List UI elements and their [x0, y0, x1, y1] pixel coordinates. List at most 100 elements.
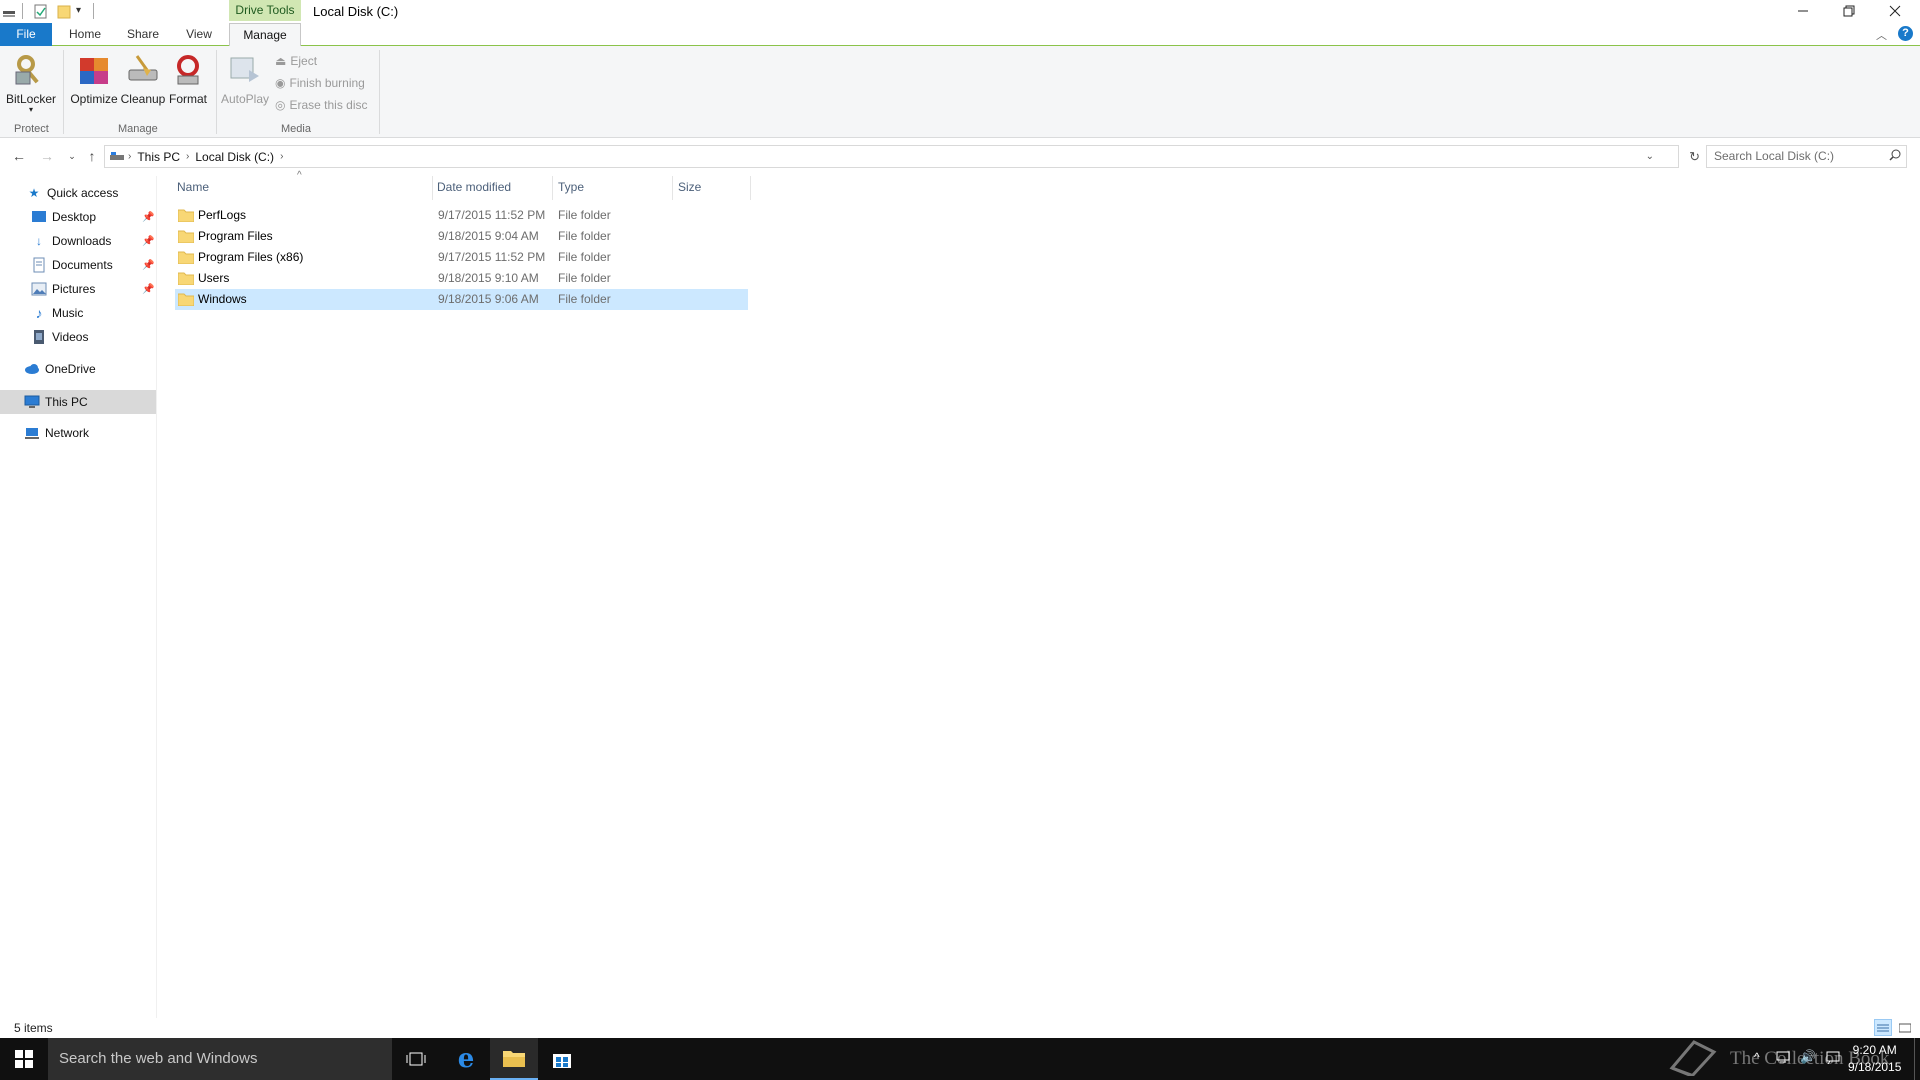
- group-separator: [216, 50, 217, 134]
- network-tray-icon[interactable]: [1776, 1050, 1790, 1067]
- nav-quick-access[interactable]: ★ Quick access: [26, 183, 119, 203]
- ribbon-body: BitLocker ▾ Optimize Cleanup Format Auto…: [0, 46, 1920, 138]
- column-name[interactable]: Name: [172, 176, 432, 198]
- large-icons-view-button[interactable]: [1896, 1019, 1914, 1036]
- file-date: 9/17/2015 11:52 PM: [438, 250, 546, 264]
- taskbar-clock[interactable]: 9:20 AM 9/18/2015: [1848, 1042, 1901, 1076]
- tab-view[interactable]: View: [176, 23, 222, 46]
- cleanup-button[interactable]: Cleanup: [120, 50, 166, 106]
- address-bar[interactable]: › This PC › Local Disk (C:) › ⌄ ↻: [104, 145, 1700, 168]
- forward-arrow-icon: →: [40, 148, 54, 164]
- manage-group-label: Manage: [118, 123, 158, 135]
- file-explorer-taskbar-button[interactable]: [490, 1038, 538, 1080]
- tab-manage[interactable]: Manage: [229, 23, 301, 47]
- nav-onedrive[interactable]: OneDrive: [24, 359, 96, 379]
- edge-browser-button[interactable]: e: [442, 1038, 490, 1080]
- protect-group-label: Protect: [14, 123, 49, 135]
- erase-disc-button[interactable]: ◎ Erase this disc: [275, 98, 368, 112]
- file-type: File folder: [558, 250, 611, 264]
- group-separator: [379, 50, 380, 134]
- new-folder-icon[interactable]: [57, 3, 71, 19]
- nav-item-music[interactable]: ♪ Music: [31, 303, 84, 323]
- file-name: PerfLogs: [198, 208, 247, 222]
- nav-network[interactable]: Network: [24, 423, 89, 443]
- minimize-button[interactable]: [1780, 0, 1826, 22]
- tab-home[interactable]: Home: [62, 23, 108, 46]
- breadcrumb-this-pc[interactable]: This PC: [137, 150, 180, 164]
- forward-button[interactable]: →: [37, 146, 57, 166]
- edge-icon: e: [457, 1044, 475, 1074]
- optimize-button[interactable]: Optimize: [70, 50, 118, 106]
- breadcrumb-local-disk[interactable]: Local Disk (C:): [195, 150, 274, 164]
- pin-icon[interactable]: 📌: [142, 284, 154, 295]
- nav-item-videos[interactable]: Videos: [31, 327, 88, 347]
- properties-icon[interactable]: [34, 3, 48, 19]
- nav-this-pc[interactable]: This PC: [24, 392, 88, 412]
- start-button[interactable]: [0, 1038, 48, 1080]
- action-center-icon[interactable]: [1826, 1050, 1840, 1067]
- nav-item-desktop[interactable]: Desktop: [31, 207, 96, 227]
- file-name: Program Files: [198, 229, 273, 243]
- details-view-icon: [1877, 1024, 1889, 1031]
- show-hidden-icons-icon[interactable]: ^: [1754, 1050, 1760, 1064]
- column-date-modified[interactable]: Date modified: [432, 176, 552, 198]
- file-row[interactable]: Program Files (x86) 9/17/2015 11:52 PM F…: [175, 247, 748, 268]
- search-icon[interactable]: [1889, 149, 1901, 164]
- column-type[interactable]: Type: [553, 176, 672, 198]
- format-button[interactable]: Format: [166, 50, 210, 106]
- tab-file[interactable]: File: [0, 23, 52, 46]
- bitlocker-button[interactable]: BitLocker ▾: [6, 50, 56, 114]
- back-button[interactable]: ←: [9, 146, 29, 166]
- help-icon[interactable]: ?: [1898, 26, 1913, 41]
- up-button[interactable]: ↑: [82, 146, 102, 166]
- collapse-ribbon-icon[interactable]: ︿: [1876, 27, 1887, 43]
- task-view-button[interactable]: [392, 1038, 440, 1080]
- tab-share[interactable]: Share: [120, 23, 166, 46]
- store-button[interactable]: [538, 1038, 586, 1080]
- taskbar-search-box[interactable]: Search the web and Windows: [48, 1038, 392, 1080]
- star-icon: ★: [28, 186, 40, 200]
- pin-icon[interactable]: 📌: [142, 236, 154, 247]
- column-separator[interactable]: [750, 176, 751, 200]
- breadcrumb-separator: ›: [280, 151, 284, 162]
- customize-toolbar-icon[interactable]: ▾: [76, 3, 86, 19]
- chevron-down-icon: ⌄: [68, 150, 76, 161]
- nav-item-downloads[interactable]: ↓ Downloads: [31, 231, 111, 251]
- nav-item-documents[interactable]: Documents: [31, 255, 113, 275]
- file-date: 9/17/2015 11:52 PM: [438, 208, 546, 222]
- folder-icon: [178, 293, 194, 306]
- refresh-icon[interactable]: ↻: [1689, 149, 1700, 165]
- format-icon: [168, 50, 208, 90]
- window-icon[interactable]: [2, 3, 16, 19]
- group-separator: [63, 50, 64, 134]
- network-icon: [24, 425, 40, 441]
- autoplay-button[interactable]: AutoPlay: [220, 50, 270, 106]
- pin-icon[interactable]: 📌: [142, 260, 154, 271]
- close-icon: [1889, 5, 1901, 17]
- column-size[interactable]: Size: [673, 176, 750, 198]
- recent-locations-button[interactable]: ⌄: [62, 146, 82, 166]
- search-input[interactable]: Search Local Disk (C:): [1706, 145, 1907, 168]
- file-row-selected[interactable]: Windows 9/18/2015 9:06 AM File folder: [175, 289, 748, 310]
- file-date: 9/18/2015 9:04 AM: [438, 229, 539, 243]
- pin-icon[interactable]: 📌: [142, 212, 154, 223]
- toolbar-separator: [93, 3, 94, 19]
- file-type: File folder: [558, 292, 611, 306]
- eject-button[interactable]: ⏏ Eject: [275, 54, 317, 68]
- finish-burning-button[interactable]: ◉ Finish burning: [275, 76, 365, 90]
- file-name: Windows: [198, 292, 247, 306]
- file-row[interactable]: Users 9/18/2015 9:10 AM File folder: [175, 268, 748, 289]
- volume-icon[interactable]: 🔊: [1800, 1049, 1816, 1065]
- nav-item-pictures[interactable]: Pictures: [31, 279, 95, 299]
- file-row[interactable]: Program Files 9/18/2015 9:04 AM File fol…: [175, 226, 748, 247]
- toolbar-separator: [22, 3, 23, 19]
- file-row[interactable]: PerfLogs 9/17/2015 11:52 PM File folder: [175, 205, 748, 226]
- details-view-button[interactable]: [1874, 1019, 1892, 1036]
- address-dropdown-icon[interactable]: ⌄: [1646, 151, 1654, 162]
- close-button[interactable]: [1872, 0, 1918, 22]
- restore-button[interactable]: [1826, 0, 1872, 22]
- show-desktop-button[interactable]: [1914, 1038, 1920, 1080]
- status-item-count: 5 items: [14, 1021, 53, 1035]
- address-row: ← → ⌄ ↑ › This PC › Local Disk (C:) › ⌄ …: [0, 143, 1920, 169]
- clock-date: 9/18/2015: [1848, 1060, 1902, 1074]
